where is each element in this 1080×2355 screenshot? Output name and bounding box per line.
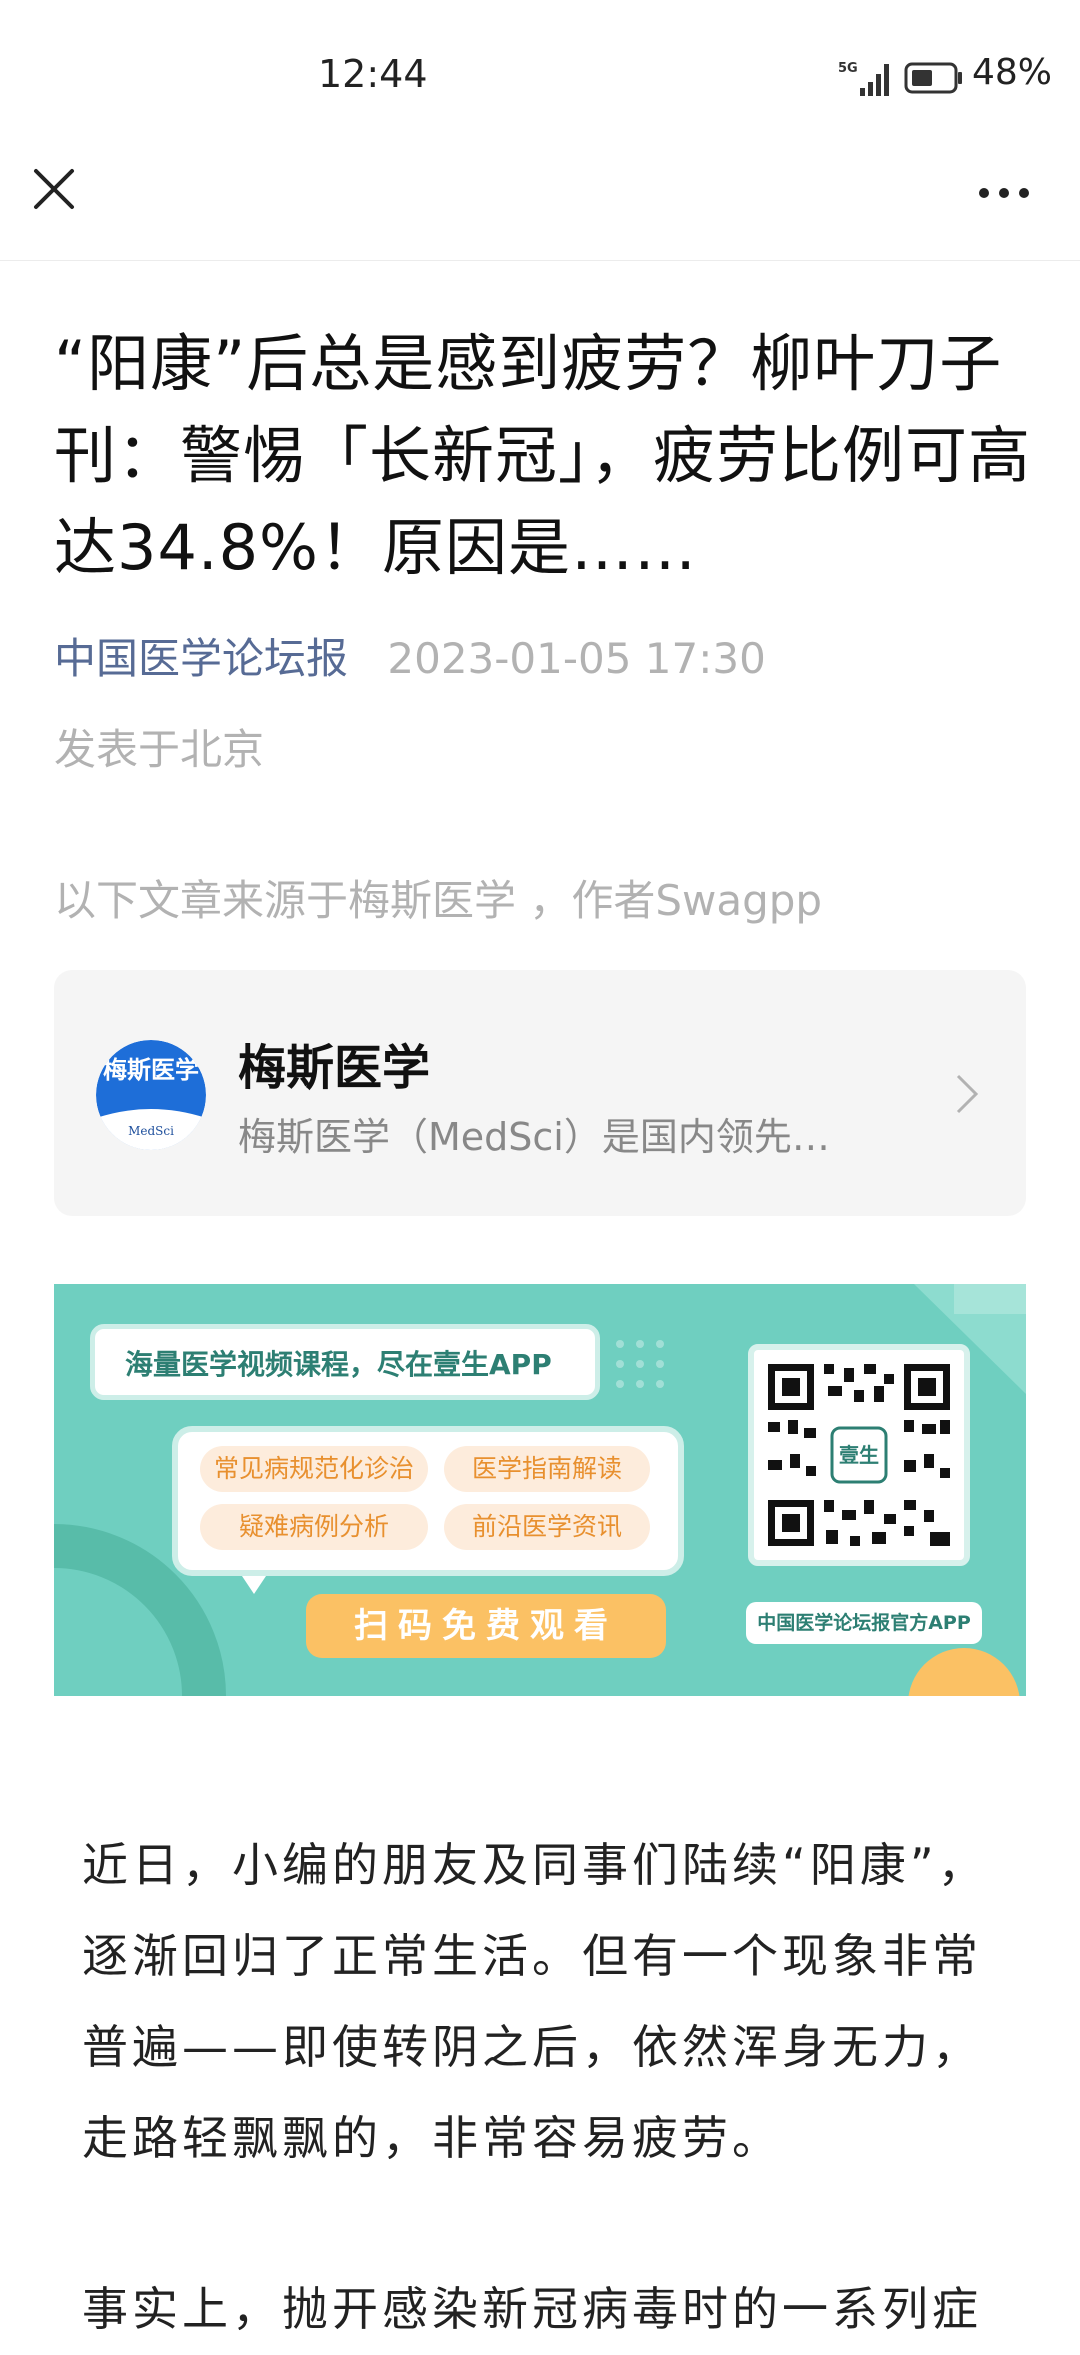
card-account-name: 梅斯医学 [238, 1040, 431, 1096]
status-time: 12:44 [318, 52, 428, 96]
medsci-logo-icon: 梅斯医学 MedSci [96, 1040, 206, 1150]
qr-center-label: 壹生 [839, 1443, 879, 1467]
network-label: 5G [838, 61, 858, 76]
banner-tag: 常见病规范化诊治 [200, 1446, 428, 1492]
article-paragraph: 事实上，抛开感染新冠病毒时的一系列症 [82, 2282, 982, 2336]
article-meta: 中国医学论坛报 2023-01-05 17:30 [54, 625, 766, 686]
account-link[interactable]: 中国医学论坛报 [54, 634, 348, 683]
article-title: “阳康”后总是感到疲劳？柳叶刀子刊：警惕「长新冠」，疲劳比例可高达34.8%！原… [54, 327, 1032, 584]
banner-cta-button[interactable]: 扫码免费观看 [306, 1594, 666, 1658]
publish-date: 2023-01-05 17:30 [387, 634, 766, 683]
close-icon[interactable] [28, 163, 80, 215]
qr-caption: 中国医学论坛报官方APP [746, 1602, 982, 1644]
chevron-right-icon [956, 1074, 979, 1114]
banner-headline-bubble: 海量医学视频课程，尽在壹生APP [90, 1324, 600, 1400]
avatar-sub: MedSci [128, 1124, 174, 1138]
promo-banner[interactable]: 海量医学视频课程，尽在壹生APP 常见病规范化诊治 医学指南解读 疑难病例分析 … [54, 1284, 1026, 1696]
battery-icon [904, 62, 962, 94]
source-account-card[interactable]: 梅斯医学 MedSci 梅斯医学 梅斯医学（MedSci）是国内领先… [54, 970, 1026, 1216]
qr-code: 壹生 [748, 1344, 970, 1566]
qr-code-icon: 壹生 [768, 1364, 950, 1546]
banner-tag: 前沿医学资讯 [444, 1504, 650, 1550]
more-icon[interactable] [974, 178, 1034, 208]
publish-location: 发表于北京 [54, 725, 265, 774]
card-account-description: 梅斯医学（MedSci）是国内领先… [238, 1115, 830, 1159]
avatar: 梅斯医学 MedSci [96, 1040, 206, 1150]
status-bar: 12:44 5G 48% [0, 0, 1080, 150]
banner-tag: 医学指南解读 [444, 1446, 650, 1492]
signal-icon: 5G [838, 61, 889, 96]
banner-headline: 海量医学视频课程，尽在壹生APP [125, 1348, 552, 1381]
origin-note: 以下文章来源于梅斯医学 ，作者Swagpp [54, 876, 823, 925]
article-paragraph: 近日，小编的朋友及同事们陆续“阳康”，逐渐回归了正常生活。但有一个现象非常普遍—… [82, 1838, 988, 2165]
banner-tag: 疑难病例分析 [200, 1504, 428, 1550]
banner-tags: 常见病规范化诊治 医学指南解读 疑难病例分析 前沿医学资讯 [172, 1426, 684, 1576]
battery-percent: 48% [972, 52, 1053, 93]
avatar-text: 梅斯医学 [103, 1056, 199, 1084]
top-nav-bar [0, 150, 1080, 261]
